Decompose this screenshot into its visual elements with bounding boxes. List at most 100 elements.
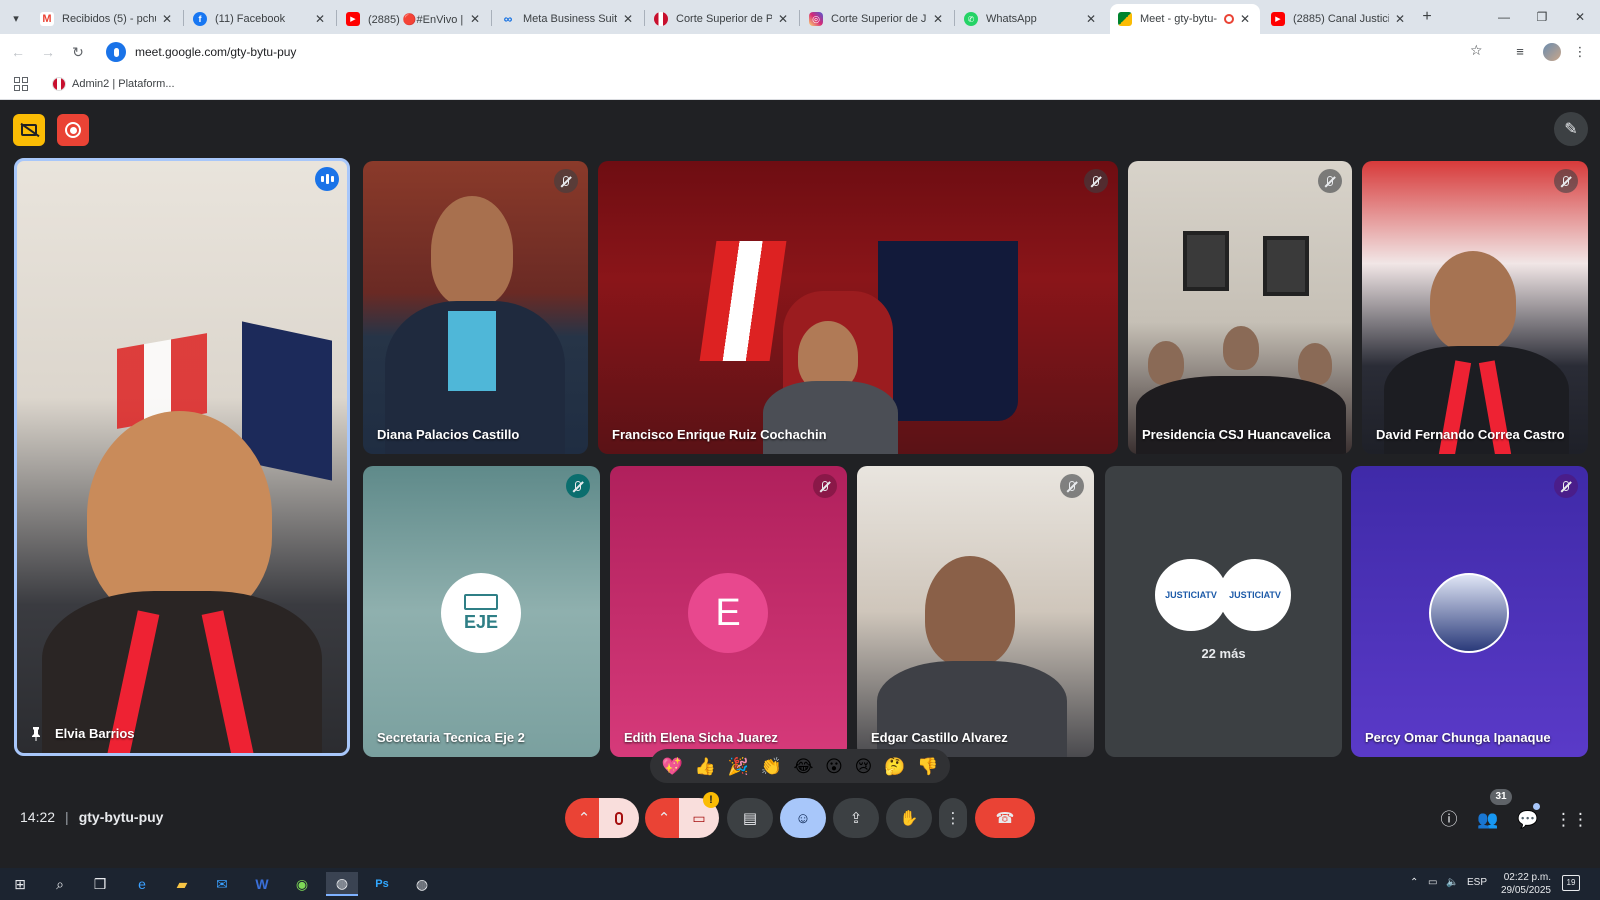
audio-options-chevron-icon[interactable]: ⌃ bbox=[565, 798, 603, 838]
people-icon[interactable]: 👥 bbox=[1474, 806, 1502, 834]
reaction-party[interactable]: 🎉 bbox=[728, 758, 749, 775]
system-clock[interactable]: 02:22 p.m. 29/05/2025 bbox=[1485, 871, 1551, 897]
participant-tile-elvia-barrios[interactable]: Elvia Barrios bbox=[14, 158, 350, 756]
present-screen-button[interactable]: ⇪ bbox=[833, 798, 879, 838]
chat-icon[interactable]: 💬 bbox=[1514, 806, 1542, 834]
profile-avatar[interactable] bbox=[1543, 43, 1561, 61]
reaction-surprised[interactable]: 😮 bbox=[825, 758, 843, 775]
windows-start-icon[interactable]: ⊞ bbox=[4, 872, 36, 896]
participant-tile-percy-omar-chunga-ipanaque[interactable]: Percy Omar Chunga Ipanaque bbox=[1351, 466, 1588, 757]
close-icon[interactable]: ✕ bbox=[1238, 12, 1252, 26]
participant-name: Elvia Barrios bbox=[55, 726, 135, 741]
close-window-icon[interactable]: ✕ bbox=[1570, 7, 1590, 27]
tab-whatsapp[interactable]: ✆ WhatsApp ✕ bbox=[956, 4, 1106, 34]
reaction-thumbs-up[interactable]: 👍 bbox=[695, 758, 716, 775]
search-icon[interactable]: ⌕ bbox=[44, 872, 76, 896]
mic-off-button[interactable] bbox=[599, 798, 639, 838]
camera-off-button[interactable]: ▭ ! bbox=[679, 792, 719, 838]
poder-judicial-banner bbox=[878, 241, 1018, 421]
participant-tile-diana-palacios-castillo[interactable]: Diana Palacios Castillo bbox=[363, 161, 588, 454]
tray-chevron-icon[interactable]: ⌃ bbox=[1410, 877, 1418, 888]
apps-grid-icon[interactable] bbox=[14, 77, 28, 91]
close-icon[interactable]: ✕ bbox=[931, 12, 945, 26]
present-screen-icon: ⇪ bbox=[849, 810, 863, 827]
participant-tile-overflow[interactable]: JUSTICIATV JUSTICIATV 22 más bbox=[1105, 466, 1342, 757]
forward-arrow-icon[interactable]: → bbox=[38, 42, 58, 62]
warning-icon: ! bbox=[703, 792, 719, 808]
participant-tile-david-fernando-correa-castro[interactable]: David Fernando Correa Castro bbox=[1362, 161, 1588, 454]
reaction-clap[interactable]: 👏 bbox=[761, 758, 782, 775]
tab-search-chevron-icon[interactable]: ▾ bbox=[6, 8, 26, 28]
network-icon[interactable]: ▭ bbox=[1428, 877, 1437, 888]
tab-meet[interactable]: Meet - gty-bytu- ✕ bbox=[1110, 4, 1260, 34]
participant-tile-secretaria-tecnica-eje-2[interactable]: EJE Secretaria Tecnica Eje 2 bbox=[363, 466, 600, 757]
tab-canal-justicia[interactable]: ▶ (2885) Canal Justicia ✕ bbox=[1263, 4, 1415, 34]
reaction-thumbs-down[interactable]: 👎 bbox=[917, 758, 938, 775]
pencil-icon[interactable]: ✎ bbox=[1554, 112, 1588, 146]
restore-icon[interactable]: ❐ bbox=[1532, 7, 1552, 27]
participant-tile-edith-elena-sicha-juarez[interactable]: E Edith Elena Sicha Juarez bbox=[610, 466, 847, 757]
participant-tile-francisco-enrique-ruiz-cochachin[interactable]: Francisco Enrique Ruiz Cochachin bbox=[598, 161, 1118, 454]
language-indicator[interactable]: ESP bbox=[1467, 877, 1487, 888]
captions-button[interactable]: ▤ bbox=[727, 798, 773, 838]
recording-icon[interactable] bbox=[57, 114, 89, 146]
notification-center-icon[interactable]: 19 bbox=[1562, 875, 1580, 891]
edge-icon[interactable]: e bbox=[126, 872, 158, 896]
address-bar[interactable]: meet.google.com/gty-bytu-puy bbox=[104, 37, 1484, 67]
close-icon[interactable]: ✕ bbox=[313, 12, 327, 26]
participant-tile-edgar-castillo-alvarez[interactable]: Edgar Castillo Alvarez bbox=[857, 466, 1094, 757]
tab-strip: ▾ M Recibidos (5) - pchun ✕ f (11) Faceb… bbox=[0, 0, 1600, 34]
tab-title: Recibidos (5) - pchun bbox=[62, 13, 156, 25]
mail-icon[interactable]: ✉ bbox=[206, 872, 238, 896]
participant-tile-presidencia-csj-huancavelica[interactable]: Presidencia CSJ Huancavelica bbox=[1128, 161, 1352, 454]
media-control-icon[interactable]: ≡ bbox=[1510, 42, 1530, 62]
bookmark-admin2[interactable]: Admin2 | Plataform... bbox=[52, 77, 175, 91]
people-count-badge: 31 bbox=[1490, 789, 1512, 805]
tab-meta-business[interactable]: ∞ Meta Business Suite ✕ bbox=[493, 4, 643, 34]
minimize-icon[interactable]: — bbox=[1494, 7, 1514, 27]
url-text[interactable]: meet.google.com/gty-bytu-puy bbox=[135, 45, 296, 59]
video-options-chevron-icon[interactable]: ⌃ bbox=[645, 798, 683, 838]
bookmark-star-icon[interactable]: ☆ bbox=[1470, 42, 1483, 59]
chrome-icon[interactable]: ◍ bbox=[406, 872, 438, 896]
tab-youtube-envivo[interactable]: ▶ (2885) 🔴#EnVivo | A ✕ bbox=[338, 4, 490, 34]
close-icon[interactable]: ✕ bbox=[1393, 12, 1407, 26]
app-icon[interactable]: ◉ bbox=[286, 872, 318, 896]
speaking-indicator-icon bbox=[315, 167, 339, 191]
raise-hand-button[interactable]: ✋ bbox=[886, 798, 932, 838]
phone-hangup-icon: ☎ bbox=[995, 810, 1015, 827]
activities-grid-icon[interactable]: ⋮⋮ bbox=[1555, 806, 1589, 834]
reaction-sad[interactable]: 😢 bbox=[855, 758, 873, 775]
tab-gmail[interactable]: M Recibidos (5) - pchun ✕ bbox=[32, 4, 182, 34]
emoji-button[interactable]: ☺ bbox=[780, 798, 826, 838]
reaction-thinking[interactable]: 🤔 bbox=[884, 758, 905, 775]
meeting-details-icon[interactable]: ⓘ bbox=[1435, 806, 1463, 834]
reaction-laugh[interactable]: 😂 bbox=[793, 758, 813, 775]
word-icon[interactable]: W bbox=[246, 872, 278, 896]
close-icon[interactable]: ✕ bbox=[776, 12, 790, 26]
volume-icon[interactable]: 🔈 bbox=[1446, 877, 1458, 888]
file-explorer-icon[interactable]: ▰ bbox=[166, 872, 198, 896]
tab-corte-piura[interactable]: Corte Superior de Piu ✕ bbox=[646, 4, 798, 34]
portrait-frame bbox=[1263, 236, 1309, 296]
task-view-icon[interactable]: ❒ bbox=[84, 872, 116, 896]
reaction-heart[interactable]: 💖 bbox=[662, 758, 683, 775]
back-arrow-icon[interactable]: ← bbox=[8, 42, 28, 62]
microphone-in-use-icon[interactable] bbox=[106, 42, 126, 62]
close-icon[interactable]: ✕ bbox=[160, 12, 174, 26]
end-call-button[interactable]: ☎ bbox=[975, 798, 1035, 838]
chrome-menu-icon[interactable]: ⋮ bbox=[1570, 42, 1590, 62]
new-tab-plus-icon[interactable]: + bbox=[1417, 7, 1437, 27]
chrome-icon[interactable]: ◍ bbox=[326, 872, 358, 896]
more-options-button[interactable]: ⋮ bbox=[939, 798, 967, 838]
close-icon[interactable]: ✕ bbox=[468, 12, 482, 26]
captions-off-icon[interactable] bbox=[13, 114, 45, 146]
close-icon[interactable]: ✕ bbox=[621, 12, 635, 26]
reload-icon[interactable]: ↻ bbox=[68, 42, 88, 62]
participant-video-body bbox=[763, 381, 898, 454]
close-icon[interactable]: ✕ bbox=[1084, 12, 1098, 26]
tab-instagram[interactable]: ◎ Corte Superior de Ju ✕ bbox=[801, 4, 953, 34]
tab-title: Meet - gty-bytu- bbox=[1140, 13, 1218, 25]
tab-facebook[interactable]: f (11) Facebook ✕ bbox=[185, 4, 335, 34]
photoshop-icon[interactable]: Ps bbox=[366, 872, 398, 896]
